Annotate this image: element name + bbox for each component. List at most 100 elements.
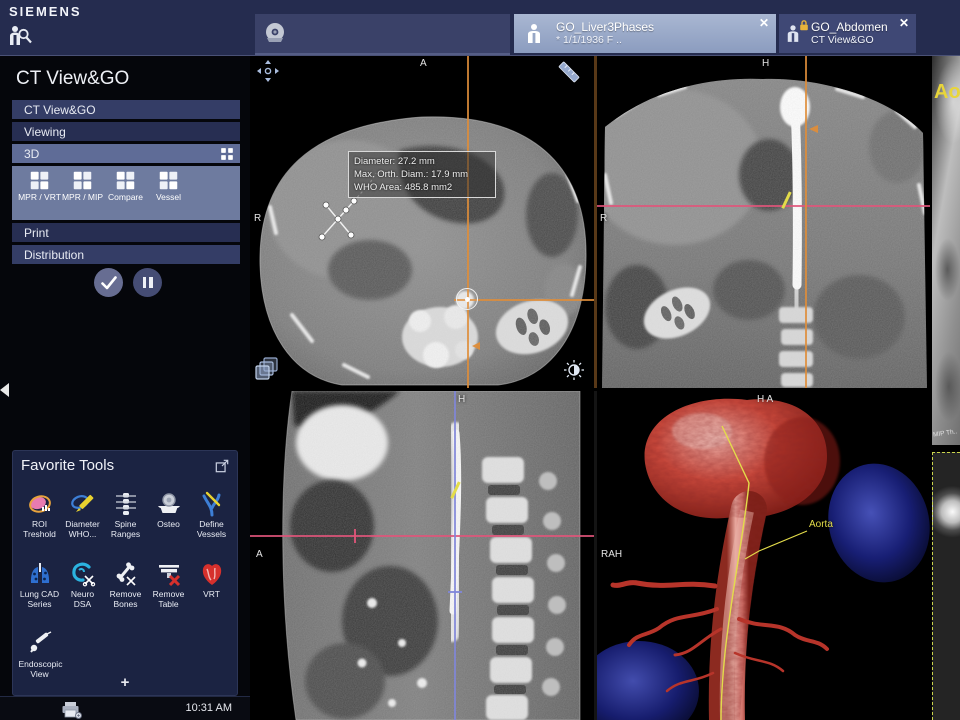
tool-vrt[interactable]: VRT	[190, 561, 233, 627]
coronal-ct-image	[597, 55, 930, 388]
tool-remove-table[interactable]: Remove Table	[147, 561, 190, 627]
mip-strip-label: Ao	[934, 81, 960, 104]
status-bar: 10:31 AM	[0, 696, 250, 720]
reference-tick	[354, 529, 356, 543]
remove-table-icon	[156, 561, 182, 587]
favorite-tools-panel: Favorite Tools ROI Treshold	[12, 450, 238, 696]
tab-subtitle: * 1/1/1936 F ..	[556, 34, 654, 47]
spine-ranges-icon	[113, 491, 139, 517]
close-icon[interactable]: ✕	[899, 17, 909, 29]
tool-remove-bones[interactable]: Remove Bones	[104, 561, 147, 627]
menu-item-ct-viewgo[interactable]: CT View&GO	[12, 100, 240, 119]
layout-grid-icon	[115, 170, 136, 191]
reference-line-violet[interactable]	[454, 391, 456, 720]
reference-line-pink[interactable]	[250, 535, 594, 537]
page-title: CT View&GO	[16, 68, 129, 90]
printer-icon[interactable]	[60, 701, 82, 719]
ct-viewgo-application: SIEMENS GO_Liver3Phases *	[0, 0, 960, 720]
add-tool-button[interactable]: +	[13, 674, 237, 691]
viewing-area: Diameter: 27.2 mm Max. Orth. Diam.: 17.9…	[250, 55, 960, 720]
pan-icon[interactable]	[256, 59, 280, 83]
lock-icon	[799, 20, 809, 31]
orientation-label-top: H	[458, 394, 465, 405]
axial-ct-image	[250, 55, 594, 388]
vrt-3d-image	[597, 391, 930, 720]
crosshair-vertical[interactable]	[467, 55, 469, 388]
sidebar: CT View&GO CT View&GO Viewing 3D	[0, 55, 250, 720]
tool-osteo[interactable]: Osteo	[147, 491, 190, 557]
layout-grid-icon	[29, 170, 50, 191]
mip-strip-viewport[interactable]: Ao MIP Th..	[932, 55, 960, 445]
reference-line-orange[interactable]	[805, 55, 807, 388]
lung-cad-icon	[27, 561, 53, 587]
roi-threshold-icon	[27, 491, 53, 517]
orientation-label-top: A	[420, 58, 427, 69]
tool-define-vessels[interactable]: Define Vessels	[190, 491, 233, 557]
3d-tools-panel: MPR / VRT MPR / MIP Compare	[12, 166, 240, 220]
pause-button[interactable]	[133, 268, 162, 297]
tool-mpr-mip[interactable]: MPR / MIP	[61, 170, 104, 220]
workflow-menu: CT View&GO Viewing 3D MPR / VRT	[12, 100, 240, 267]
menu-item-print[interactable]: Print	[12, 223, 240, 242]
favorite-tools-grid: ROI Treshold Diameter WHO...	[13, 483, 237, 701]
aorta-annotation[interactable]: Aorta	[809, 519, 833, 530]
tab-title: GO_Liver3Phases	[556, 20, 654, 34]
orientation-label-left: RAH	[601, 549, 622, 560]
menu-item-3d[interactable]: 3D	[12, 144, 240, 163]
selected-strip-viewport[interactable]	[932, 452, 960, 720]
vrt-3d-viewport[interactable]: Aorta H A RAH	[597, 391, 930, 720]
neuro-dsa-icon	[70, 561, 96, 587]
top-toolbar: SIEMENS GO_Liver3Phases *	[0, 0, 960, 56]
tab-title: GO_Abdomen	[811, 20, 888, 34]
windowing-icon[interactable]	[562, 358, 586, 382]
reference-point-dot	[465, 297, 470, 302]
tool-mpr-vrt[interactable]: MPR / VRT	[18, 170, 61, 220]
define-vessels-icon	[199, 491, 225, 517]
collapse-arrow-icon[interactable]	[0, 383, 9, 397]
sagittal-ct-image	[250, 391, 594, 720]
patient-icon	[786, 23, 800, 45]
reference-arrow[interactable]	[809, 125, 818, 133]
tab-subtitle: CT View&GO	[811, 34, 888, 47]
crosshair-arrow[interactable]	[472, 342, 480, 350]
tool-lung-cad-series[interactable]: Lung CAD Series	[18, 561, 61, 627]
tool-vessel[interactable]: Vessel	[147, 170, 190, 220]
menu-item-distribution[interactable]: Distribution	[12, 245, 240, 264]
patient-icon	[526, 23, 542, 45]
osteo-icon	[156, 491, 182, 517]
siemens-logo: SIEMENS	[9, 4, 82, 19]
coronal-viewport[interactable]: H R	[597, 55, 930, 388]
clock-time: 10:31 AM	[186, 702, 232, 714]
reference-line-pink[interactable]	[597, 205, 930, 207]
tool-diameter-who[interactable]: Diameter WHO...	[61, 491, 104, 557]
orientation-label-top: H A	[757, 394, 773, 405]
tab-go-liver3phases[interactable]: GO_Liver3Phases * 1/1/1936 F .. ✕	[514, 14, 776, 53]
accept-button[interactable]	[94, 268, 123, 297]
tool-roi-treshold[interactable]: ROI Treshold	[18, 491, 61, 557]
orientation-label-left: R	[600, 213, 607, 224]
endoscopic-view-icon	[27, 631, 53, 657]
patient-search-icon[interactable]	[7, 23, 33, 49]
tool-spine-ranges[interactable]: Spine Ranges	[104, 491, 147, 557]
mip-strip-footer: MIP Th..	[933, 428, 958, 438]
orientation-label-top: H	[762, 58, 769, 69]
stack-icon[interactable]	[254, 356, 280, 382]
measurement-label[interactable]: Diameter: 27.2 mm Max. Orth. Diam.: 17.9…	[348, 151, 496, 198]
tab-go-abdomen[interactable]: GO_Abdomen CT View&GO ✕	[779, 14, 916, 53]
sagittal-viewport[interactable]: H A	[250, 391, 594, 720]
vrt-icon	[199, 561, 225, 587]
tool-neuro-dsa[interactable]: Neuro DSA	[61, 561, 104, 627]
export-icon[interactable]	[215, 459, 229, 473]
axial-viewport[interactable]: Diameter: 27.2 mm Max. Orth. Diam.: 17.9…	[250, 55, 594, 388]
favorite-tools-title: Favorite Tools	[21, 457, 114, 474]
grid-icon	[220, 147, 234, 161]
tool-compare[interactable]: Compare	[104, 170, 147, 220]
patient-bar-empty[interactable]	[255, 14, 510, 55]
ruler-icon[interactable]	[556, 59, 582, 85]
check-icon	[101, 276, 117, 290]
remove-bones-icon	[113, 561, 139, 587]
orientation-label-left: R	[254, 213, 261, 224]
reference-tick	[448, 591, 462, 593]
menu-item-viewing[interactable]: Viewing	[12, 122, 240, 141]
close-icon[interactable]: ✕	[759, 17, 769, 29]
